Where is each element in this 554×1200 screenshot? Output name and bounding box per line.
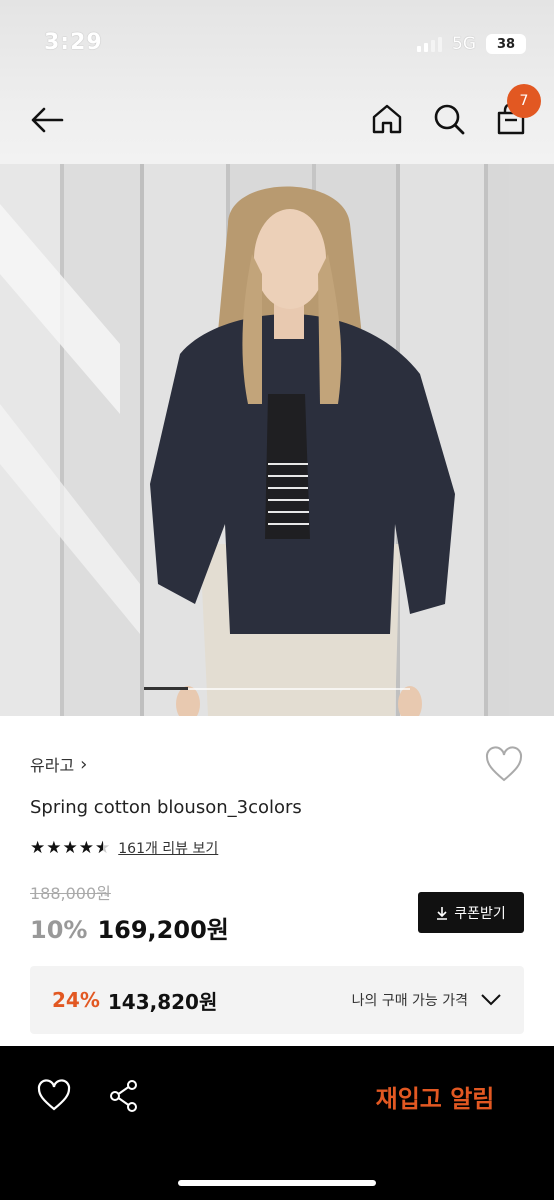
price-row: 10% 169,200원 [30,910,229,945]
signal-icon [417,36,442,52]
my-price-label: 나의 구매 가능 가격 [351,993,468,1009]
star-icon: ★ [62,837,78,858]
coupon-button[interactable]: 쿠폰받기 [418,892,524,933]
brand-name: 유라고 [30,756,75,775]
network-label: 5G [452,34,476,54]
bottom-action-bar: 재입고 알림 [0,1046,554,1200]
chevron-down-icon [481,994,501,1006]
brand-link[interactable]: 유라고 › [30,752,87,776]
top-header: 3:29 5G 38 7 [0,0,554,164]
share-icon [110,1080,137,1112]
discount-rate: 10% [30,916,88,944]
chevron-right-icon: › [80,753,88,775]
share-button[interactable] [106,1078,142,1114]
search-icon [434,104,465,135]
sale-price: 169,200원 [97,916,229,944]
coupon-button-label: 쿠폰받기 [454,905,506,922]
battery-icon: 38 [486,34,526,54]
review-link[interactable]: 161개 리뷰 보기 [118,838,218,858]
product-name: Spring cotton blouson_3colors [30,797,302,818]
heart-icon [37,1079,71,1111]
my-price-dropdown[interactable]: 24% 143,820원 나의 구매 가능 가격 [30,966,524,1034]
rating-row: ★ ★ ★ ★ ★ 161개 리뷰 보기 [30,838,218,858]
back-button[interactable] [26,98,70,142]
product-photo [0,164,554,716]
home-icon [372,104,402,134]
back-arrow-icon [31,107,64,133]
my-price: 143,820원 [107,989,218,1014]
search-button[interactable] [430,100,468,138]
wishlist-button[interactable] [484,746,524,784]
status-time: 3:29 [44,30,103,55]
rating-stars: ★ ★ ★ ★ ★ [30,837,110,858]
home-indicator [178,1180,376,1186]
carousel-pager [144,687,410,690]
carousel-pager-active [144,687,188,690]
star-icon: ★ [30,837,46,858]
half-star-icon: ★ [95,839,110,857]
original-price: 188,000원 [30,884,111,903]
star-icon: ★ [78,837,94,858]
cart-count-badge: 7 [507,84,541,118]
heart-icon [485,746,523,782]
my-discount-rate: 24% [52,988,100,1012]
download-icon [437,906,448,920]
star-icon: ★ [46,837,62,858]
home-button[interactable] [368,100,406,138]
restock-alert-button[interactable]: 재입고 알림 [340,1072,530,1120]
bottom-wishlist-button[interactable] [36,1078,72,1114]
status-indicators: 5G 38 [417,34,526,54]
product-image-carousel[interactable] [0,164,554,716]
